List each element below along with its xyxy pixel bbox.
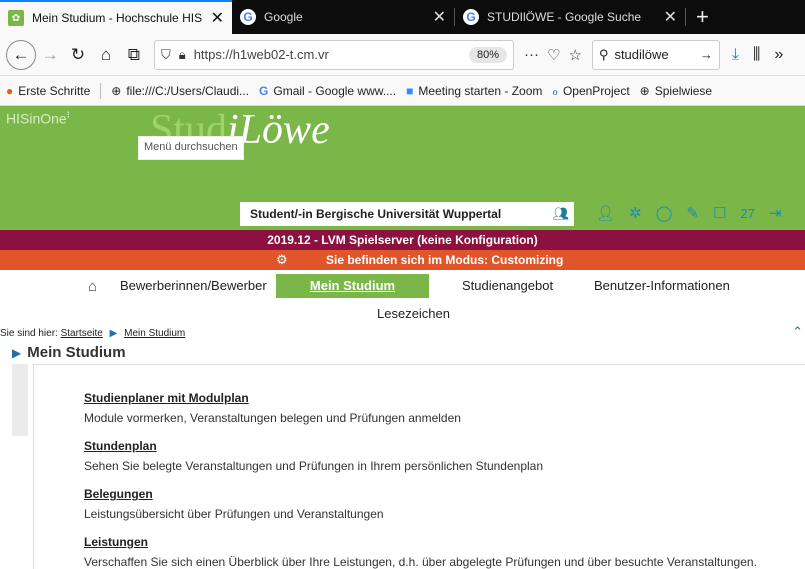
edit-icon[interactable]: ✎ — [686, 204, 699, 222]
role-selector[interactable]: Student/-in Bergische Universität Wupper… — [240, 202, 548, 226]
zoom-icon: ■ — [406, 83, 414, 98]
tab-close-icon[interactable]: ✕ — [433, 7, 446, 27]
firefox-icon: ● — [6, 83, 14, 98]
more-icon[interactable]: ··· — [524, 46, 539, 64]
pocket-icon[interactable]: ♡ — [547, 46, 560, 64]
entry-description: Sehen Sie belegte Veranstaltungen und Pr… — [84, 459, 544, 473]
menu-search-input[interactable]: Menü durchsuchen — [138, 136, 244, 160]
page-title: ▶ Mein Studium — [12, 344, 126, 361]
list-item: Studienplaner mit Modulplan Module vorme… — [84, 391, 461, 425]
user-icon[interactable]: 👤︎ — [596, 204, 615, 222]
forward-icon[interactable]: → — [36, 41, 64, 69]
server-banner: 2019.12 - LVM Spielserver (keine Konfigu… — [0, 230, 805, 250]
bookmark-file[interactable]: ⊕ file:///C:/Users/Claudi... — [111, 84, 249, 98]
settings-icon[interactable]: ✲ — [629, 204, 642, 222]
breadcrumb-mein-studium[interactable]: Mein Studium — [124, 328, 185, 339]
main-navigation: ⌂ Bewerberinnen/Bewerber Mein Studium St… — [0, 274, 805, 298]
bookmark-spielwiese[interactable]: ⊕ Spielwiese — [640, 84, 712, 98]
shield-icon[interactable]: ⛉ — [161, 47, 171, 63]
search-go-icon[interactable]: → — [700, 47, 713, 62]
gear-icon: ⚙ — [276, 252, 288, 267]
page-content: HISinOne⁝ StudiLöwe Menü durchsuchen Stu… — [0, 106, 805, 569]
link-stundenplan[interactable]: Stundenplan — [84, 439, 543, 453]
tab-google[interactable]: G Google ✕ — [232, 0, 454, 34]
list-item: Stundenplan Sehen Sie belegte Veranstalt… — [84, 439, 543, 473]
library-icon[interactable]: ⫼ — [753, 46, 760, 64]
url-text[interactable]: https://h1web02-t.cm.vr — [194, 47, 465, 62]
hisinone-logo[interactable]: HISinOne⁝ — [6, 110, 70, 127]
home-icon[interactable]: ⌂ — [92, 41, 120, 69]
entry-description: Module vormerken, Veranstaltungen belege… — [84, 411, 461, 425]
nav-benutzer-informationen[interactable]: Benutzer-Informationen — [594, 274, 730, 298]
breadcrumb: Sie sind hier: Startseite ▶ Mein Studium — [0, 328, 805, 339]
mode-banner: ⚙ Sie befinden sich im Modus: Customizin… — [0, 250, 805, 270]
screenshot-icon[interactable]: ⧉ — [120, 41, 148, 69]
url-bar[interactable]: ⛉ 🔒︎ https://h1web02-t.cm.vr 80% — [154, 39, 514, 70]
nav-lesezeichen[interactable]: Lesezeichen — [377, 306, 450, 321]
back-icon[interactable]: ← — [6, 39, 36, 70]
bookmark-zoom[interactable]: ■ Meeting starten - Zoom — [406, 84, 542, 98]
site-header: HISinOne⁝ StudiLöwe Menü durchsuchen Stu… — [0, 106, 805, 230]
google-icon: G — [259, 83, 269, 98]
google-favicon-icon: G — [463, 9, 479, 25]
browser-navbar: ← → ↻ ⌂ ⧉ ⛉ 🔒︎ https://h1web02-t.cm.vr 8… — [0, 34, 805, 76]
google-favicon-icon: G — [240, 9, 256, 25]
nav-mein-studium[interactable]: Mein Studium — [276, 274, 429, 298]
link-belegungen[interactable]: Belegungen — [84, 487, 384, 501]
entry-description: Verschaffen Sie sich einen Überblick übe… — [84, 555, 757, 569]
url-actions: ··· ♡ ☆ — [524, 46, 582, 64]
scroll-up-icon[interactable]: ⌃ — [792, 324, 803, 340]
tab-close-icon[interactable]: ✕ — [211, 8, 224, 28]
new-tab-icon[interactable]: + — [686, 0, 719, 34]
tab-google-search[interactable]: G STUDIlÖWE - Google Suche ✕ — [455, 0, 685, 34]
star-icon[interactable]: ☆ — [568, 46, 581, 64]
list-item: Leistungen Verschaffen Sie sich einen Üb… — [84, 535, 757, 569]
list-item: Belegungen Leistungsübersicht über Prüfu… — [84, 487, 384, 521]
content-panel: Studienplaner mit Modulplan Module vorme… — [33, 364, 805, 569]
zoom-level[interactable]: 80% — [468, 46, 507, 63]
bookmark-gmail[interactable]: G Gmail - Google www.... — [259, 84, 396, 98]
bookmark-separator — [100, 82, 102, 99]
bookmark-erste-schritte[interactable]: ● Erste Schritte — [6, 84, 90, 98]
entry-description: Leistungsübersicht über Prüfungen und Ve… — [84, 507, 384, 521]
tab-title: Google — [264, 10, 303, 24]
message-count[interactable]: 27 — [740, 206, 754, 221]
globe-icon: ⊕ — [111, 83, 122, 98]
home-nav-icon[interactable]: ⌂ — [88, 278, 97, 295]
chat-icon[interactable]: ◯ — [656, 204, 673, 222]
sidebar-strip — [12, 364, 28, 436]
globe-icon: ⊕ — [639, 83, 650, 98]
overflow-icon[interactable]: » — [774, 46, 783, 64]
logout-icon[interactable]: ⇥ — [769, 204, 782, 222]
download-icon[interactable]: ⤓ — [732, 46, 739, 64]
search-value[interactable]: studilöwe — [614, 47, 699, 62]
tab-mein-studium[interactable]: ✿ Mein Studium - Hochschule HIS ✕ — [0, 0, 232, 34]
lock-warning-icon[interactable]: 🔒︎ — [179, 47, 186, 63]
expand-triangle-icon[interactable]: ▶ — [12, 346, 21, 360]
link-leistungen[interactable]: Leistungen — [84, 535, 757, 549]
browser-tab-bar: ✿ Mein Studium - Hochschule HIS ✕ G Goog… — [0, 0, 805, 34]
openproject-icon: ℴ — [552, 83, 558, 98]
hisinone-favicon-icon: ✿ — [8, 10, 24, 26]
search-icon: ⚲ — [598, 46, 609, 62]
toolbar-icons: ⤓ ⫼ » — [732, 46, 783, 64]
bookmark-openproject[interactable]: ℴ OpenProject — [552, 84, 629, 98]
tab-close-icon[interactable]: ✕ — [664, 7, 677, 27]
tab-title: Mein Studium - Hochschule HIS — [32, 11, 203, 25]
nav-bewerber[interactable]: Bewerberinnen/Bewerber — [120, 274, 267, 298]
nav-studienangebot[interactable]: Studienangebot — [462, 274, 553, 298]
breadcrumb-prefix: Sie sind hier: — [0, 328, 58, 339]
window-icon[interactable]: ☐ — [713, 204, 726, 222]
tab-title: STUDIlÖWE - Google Suche — [487, 10, 642, 24]
chevron-right-icon: ▶ — [109, 328, 118, 339]
role-switch-icon[interactable]: 👥︎ — [548, 202, 574, 226]
search-input[interactable]: ⚲ studilöwe → — [591, 39, 720, 70]
header-icons: 👤︎ ✲ ◯ ✎ ☐ 27 ⇥ — [596, 204, 782, 222]
link-studienplaner[interactable]: Studienplaner mit Modulplan — [84, 391, 461, 405]
bookmarks-bar: ● Erste Schritte ⊕ file:///C:/Users/Claudi… — [0, 76, 805, 106]
mode-message: Sie befinden sich im Modus: Customizing — [326, 253, 564, 267]
reload-icon[interactable]: ↻ — [64, 41, 92, 69]
breadcrumb-startseite[interactable]: Startseite — [61, 328, 103, 339]
